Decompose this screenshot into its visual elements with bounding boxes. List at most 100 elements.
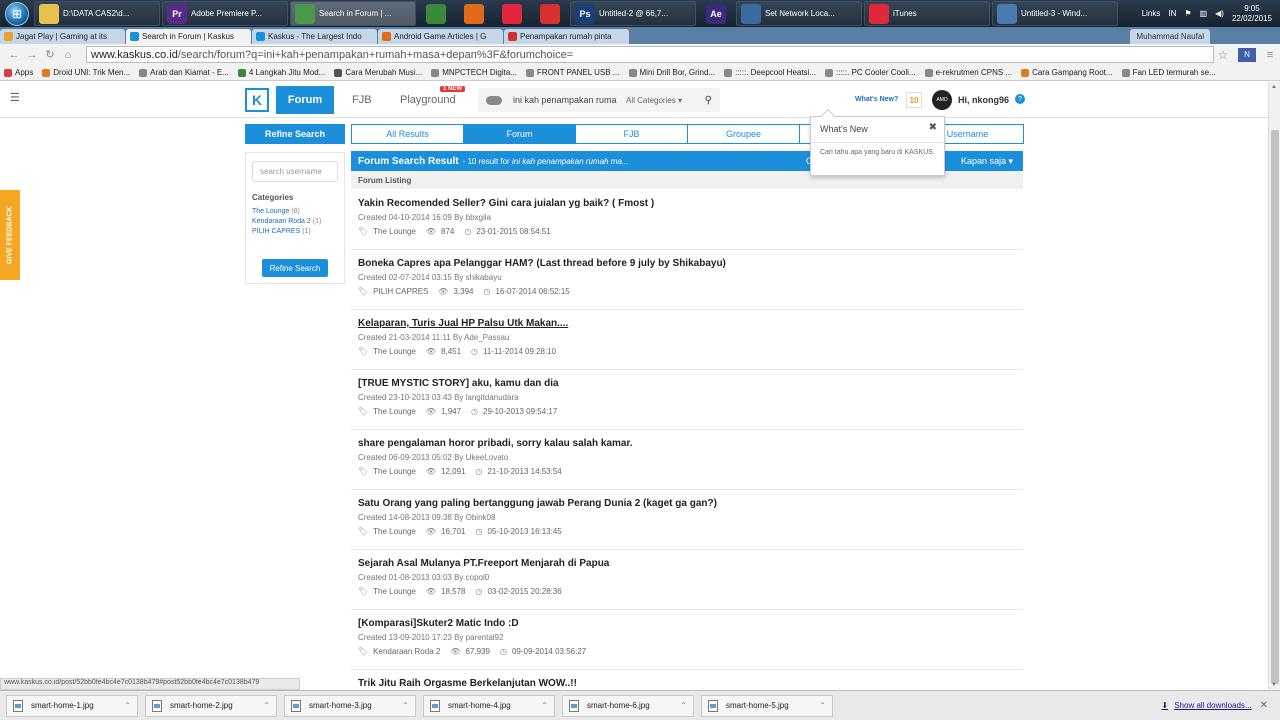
- thread-category[interactable]: PILIH CAPRES: [373, 287, 428, 296]
- volume-icon[interactable]: ◀): [1215, 9, 1224, 18]
- avatar[interactable]: AMD: [932, 90, 952, 110]
- flag-icon[interactable]: ⚑: [1184, 9, 1191, 18]
- filter-tab[interactable]: Forum: [463, 124, 576, 144]
- thread-category[interactable]: The Lounge: [373, 587, 416, 596]
- kaskus-logo[interactable]: K: [245, 88, 269, 112]
- search-input[interactable]: ini kah penampakan ruma: [513, 95, 626, 105]
- thread-title[interactable]: [Komparasi]Skuter2 Matic Indo :D: [358, 618, 1023, 631]
- bookmark-item[interactable]: FRONT PANEL USB ...: [525, 68, 620, 77]
- taskbar-button[interactable]: [532, 1, 568, 26]
- filter-tab[interactable]: All Results: [351, 124, 464, 144]
- bookmark-item[interactable]: e-rekrutmen CPNS ...: [924, 68, 1012, 77]
- bookmark-item[interactable]: 4 Langkah Jitu Mod...: [237, 68, 325, 77]
- thread-category[interactable]: The Lounge: [373, 227, 416, 236]
- download-item[interactable]: smart-home-4.jpg ⌃: [423, 694, 555, 717]
- language-indicator[interactable]: IN: [1168, 9, 1176, 18]
- download-item[interactable]: smart-home-2.jpg ⌃: [145, 694, 277, 717]
- taskbar-button[interactable]: iTunes: [864, 1, 990, 26]
- thread-title[interactable]: Kelaparan, Turis Jual HP Palsu Utk Makan…: [358, 318, 1023, 331]
- forward-icon[interactable]: →: [24, 47, 40, 63]
- bookmark-item[interactable]: Arab dan Kiamat - E...: [139, 68, 229, 77]
- address-bar[interactable]: www.kaskus.co.id/search/forum?q=ini+kah+…: [86, 46, 1214, 63]
- taskbar-button[interactable]: Untitled-3 - Wind...: [992, 1, 1118, 26]
- hamburger-menu-icon[interactable]: ☰: [10, 93, 22, 104]
- taskbar-button[interactable]: D:\DATA CAS2\d...: [34, 1, 160, 26]
- thread-title[interactable]: [TRUE MYSTIC STORY] aku, kamu dan dia: [358, 378, 1023, 391]
- clock[interactable]: 9:05 22/02/2015: [1232, 4, 1272, 24]
- home-icon[interactable]: ⌂: [60, 47, 76, 63]
- thread-title[interactable]: Yakin Recomended Seller? Gini cara juial…: [358, 198, 1023, 211]
- start-button[interactable]: ⊞: [0, 0, 34, 27]
- browser-profile-button[interactable]: Muhammad Naufal: [1130, 29, 1210, 44]
- chevron-up-icon[interactable]: ⌃: [263, 701, 270, 710]
- show-all-downloads-link[interactable]: ⬇ Show all downloads...: [1162, 701, 1252, 710]
- browser-tab[interactable]: Search in Forum | Kaskus: [126, 29, 251, 44]
- thread-title[interactable]: Sejarah Asal Mulanya PT.Freeport Menjara…: [358, 558, 1023, 571]
- category-link[interactable]: The Lounge: [252, 208, 289, 215]
- bookmark-item[interactable]: :::::. PC Cooler Cooli...: [825, 68, 916, 77]
- bookmark-item[interactable]: Cara Merubah Musi...: [334, 68, 422, 77]
- give-feedback-tab[interactable]: GIVE FEEDBACK: [0, 190, 20, 280]
- thread-category[interactable]: The Lounge: [373, 407, 416, 416]
- menu-icon[interactable]: ≡: [1262, 47, 1278, 63]
- links-toolbar[interactable]: Links: [1142, 9, 1161, 18]
- chevron-up-icon[interactable]: ⌃: [541, 701, 548, 710]
- bookmark-star-icon[interactable]: ☆: [1214, 48, 1232, 62]
- scrollbar-thumb[interactable]: [1271, 130, 1279, 684]
- extension-icon[interactable]: N: [1238, 47, 1256, 62]
- browser-tab[interactable]: Kaskus - The Largest Indo: [252, 29, 377, 44]
- chevron-up-icon[interactable]: ⌃: [680, 701, 687, 710]
- download-item[interactable]: smart-home-3.jpg ⌃: [284, 694, 416, 717]
- browser-tab[interactable]: Penampakan rumah pinta: [504, 29, 629, 44]
- notification-count[interactable]: 10: [906, 92, 922, 108]
- nav-playground[interactable]: Playground: [400, 94, 456, 106]
- bookmark-item[interactable]: Droid UNI: Trik Men...: [42, 68, 130, 77]
- scroll-up-icon[interactable]: ▲: [1271, 84, 1277, 90]
- download-item[interactable]: smart-home-1.jpg ⌃: [6, 694, 138, 717]
- reload-icon[interactable]: ↻: [42, 47, 58, 63]
- browser-tab[interactable]: Android Game Articles | G: [378, 29, 503, 44]
- page-scrollbar[interactable]: ▲ ▼: [1268, 82, 1280, 690]
- taskbar-button[interactable]: Pr Adobe Premiere P...: [162, 1, 288, 26]
- bookmark-item[interactable]: Fan LED termurah se...: [1121, 68, 1216, 77]
- thread-title[interactable]: share pengalaman horor pribadi, sorry ka…: [358, 438, 1023, 451]
- category-select[interactable]: All Categories ▾: [626, 96, 682, 105]
- taskbar-button[interactable]: Set Network Loca...: [736, 1, 862, 26]
- close-downloads-icon[interactable]: ✕: [1260, 700, 1268, 711]
- thread-category[interactable]: The Lounge: [373, 467, 416, 476]
- thread-category[interactable]: The Lounge: [373, 347, 416, 356]
- category-link[interactable]: PILIH CAPRES: [252, 228, 300, 235]
- thread-title[interactable]: Trik Jitu Raih Orgasme Berkelanjutan WOW…: [358, 678, 1023, 690]
- close-icon[interactable]: ✖: [929, 122, 937, 133]
- filter-tab[interactable]: Groupee: [687, 124, 800, 144]
- chevron-up-icon[interactable]: ⌃: [124, 701, 131, 710]
- download-item[interactable]: smart-home-5.jpg ⌃: [701, 694, 833, 717]
- category-link[interactable]: Kendaraan Roda 2: [252, 218, 311, 225]
- taskbar-button[interactable]: Search in Forum | ...: [290, 1, 416, 26]
- refine-search-button[interactable]: Refine Search: [262, 259, 328, 277]
- bookmark-item[interactable]: Mini Drill Bor, Grind...: [628, 68, 715, 77]
- nav-fjb[interactable]: FJB: [352, 94, 372, 106]
- thread-category[interactable]: The Lounge: [373, 527, 416, 536]
- thread-category[interactable]: Kendaraan Roda 2: [373, 647, 440, 656]
- search-icon[interactable]: ⚲: [705, 95, 712, 106]
- scroll-down-icon[interactable]: ▼: [1271, 682, 1277, 688]
- chevron-up-icon[interactable]: ⌃: [402, 701, 409, 710]
- network-tray-icon[interactable]: ▥: [1200, 9, 1208, 18]
- taskbar-button[interactable]: Ae: [698, 1, 734, 26]
- username-search-input[interactable]: search username: [252, 161, 338, 182]
- taskbar-button[interactable]: [494, 1, 530, 26]
- taskbar-button[interactable]: [456, 1, 492, 26]
- browser-tab[interactable]: Jagat Play | Gaming at its: [0, 29, 125, 44]
- user-greeting[interactable]: Hi, nkong96: [958, 95, 1009, 105]
- bookmark-item[interactable]: Apps: [4, 68, 33, 77]
- thread-title[interactable]: Satu Orang yang paling bertanggung jawab…: [358, 498, 1023, 511]
- thread-title[interactable]: Boneka Capres apa Pelanggar HAM? (Last t…: [358, 258, 1023, 271]
- download-item[interactable]: smart-home-6.jpg ⌃: [562, 694, 694, 717]
- filter-tab[interactable]: FJB: [575, 124, 688, 144]
- time-filter-dropdown[interactable]: Kapan saja ▾: [961, 156, 1013, 167]
- bookmark-item[interactable]: :::::. Deepcool Heatsi...: [724, 68, 816, 77]
- bookmark-item[interactable]: Cara Gampang Root...: [1021, 68, 1113, 77]
- whats-new-link[interactable]: What's New?: [855, 96, 898, 103]
- help-icon[interactable]: ?: [1015, 94, 1025, 104]
